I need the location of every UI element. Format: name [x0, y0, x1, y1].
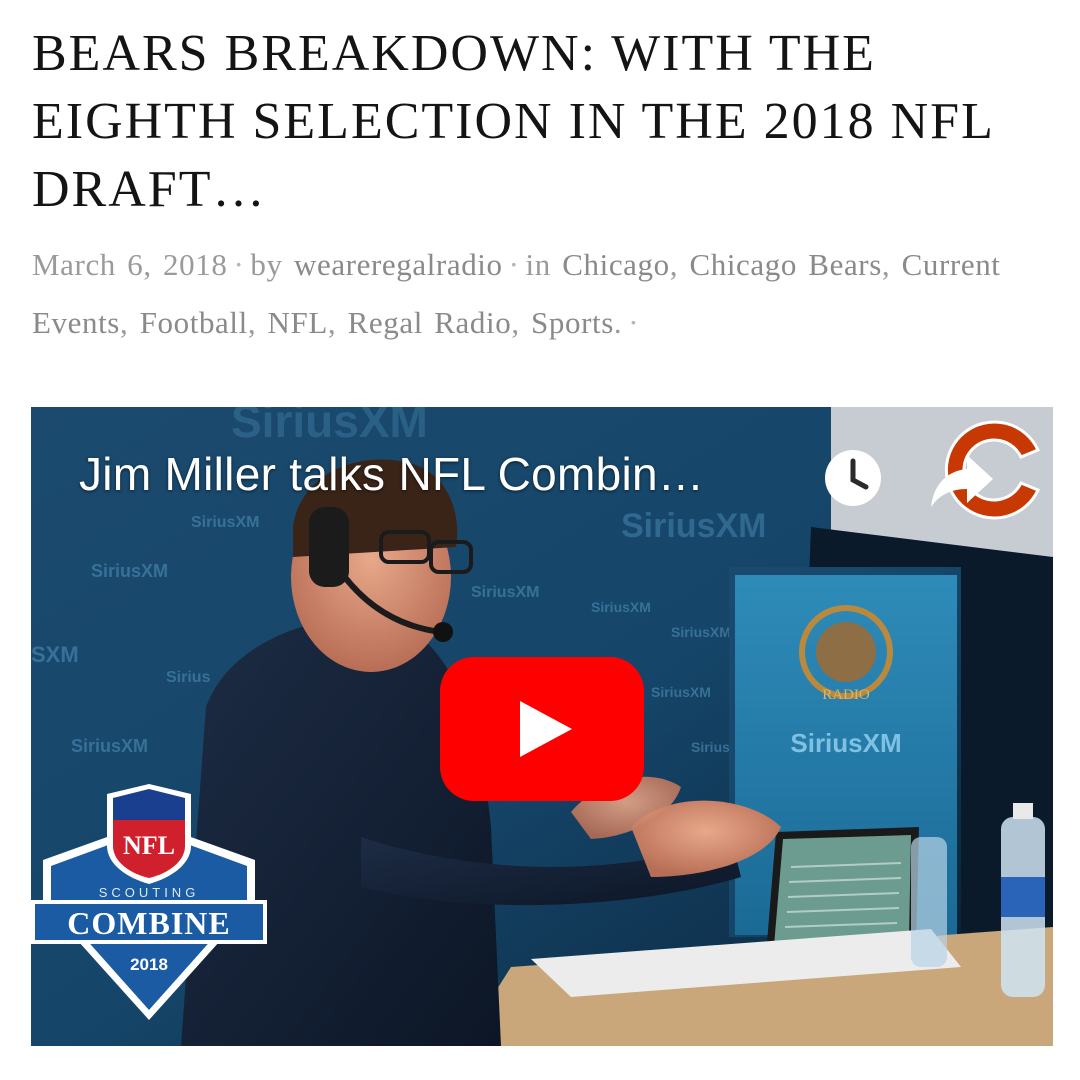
svg-text:RADIO: RADIO — [822, 687, 870, 703]
svg-text:SiriusXM: SiriusXM — [621, 507, 766, 545]
youtube-video-embed[interactable]: SiriusXM SiriusXM SiriusXM Sirius Sirius… — [31, 407, 1053, 1046]
video-title[interactable]: Jim Miller talks NFL Combin… — [79, 447, 704, 501]
category-link[interactable]: Sports — [531, 305, 614, 340]
svg-text:COMBINE: COMBINE — [67, 905, 230, 941]
category-link[interactable]: Chicago — [562, 247, 670, 282]
category-link[interactable]: Football — [140, 305, 248, 340]
svg-text:SiriusXM: SiriusXM — [790, 728, 901, 758]
category-link[interactable]: Chicago Bears — [689, 247, 881, 282]
svg-text:SiriusXM: SiriusXM — [231, 407, 428, 447]
svg-text:SiriusXM: SiriusXM — [671, 624, 731, 640]
share-icon[interactable] — [929, 449, 995, 509]
in-label: in — [525, 247, 551, 282]
svg-text:SiriusXM: SiriusXM — [471, 584, 539, 601]
svg-text:SXM: SXM — [31, 642, 79, 667]
category-link[interactable]: NFL — [268, 305, 328, 340]
category-link[interactable]: Regal Radio — [348, 305, 512, 340]
svg-text:2018: 2018 — [130, 955, 168, 974]
svg-text:SiriusXM: SiriusXM — [651, 684, 711, 700]
post-meta: March 6, 2018 · by weareregalradio · in Chic… — [32, 247, 1001, 340]
scouting-combine-logo: NFL SCOUTING COMBINE 2018 — [31, 784, 267, 1020]
article-title: BEARS BREAKDOWN: WITH THE EIGHTH SELECTI… — [32, 25, 993, 218]
post-date[interactable]: March 6, 2018 — [32, 247, 227, 282]
youtube-play-icon[interactable] — [440, 657, 644, 801]
svg-text:SiriusXM: SiriusXM — [191, 514, 259, 531]
svg-text:SiriusXM: SiriusXM — [591, 599, 651, 615]
author-link[interactable]: weareregalradio — [294, 247, 503, 282]
clock-icon[interactable] — [822, 447, 884, 509]
svg-text:NFL: NFL — [123, 831, 175, 860]
meta-separator: · — [508, 247, 520, 282]
svg-text:SiriusXM: SiriusXM — [71, 736, 148, 756]
svg-text:Sirius: Sirius — [166, 669, 211, 686]
by-label: by — [250, 247, 283, 282]
svg-text:SiriusXM: SiriusXM — [91, 561, 168, 581]
meta-separator: · — [233, 247, 245, 282]
meta-separator: · — [628, 305, 640, 340]
svg-text:SCOUTING: SCOUTING — [99, 885, 200, 900]
